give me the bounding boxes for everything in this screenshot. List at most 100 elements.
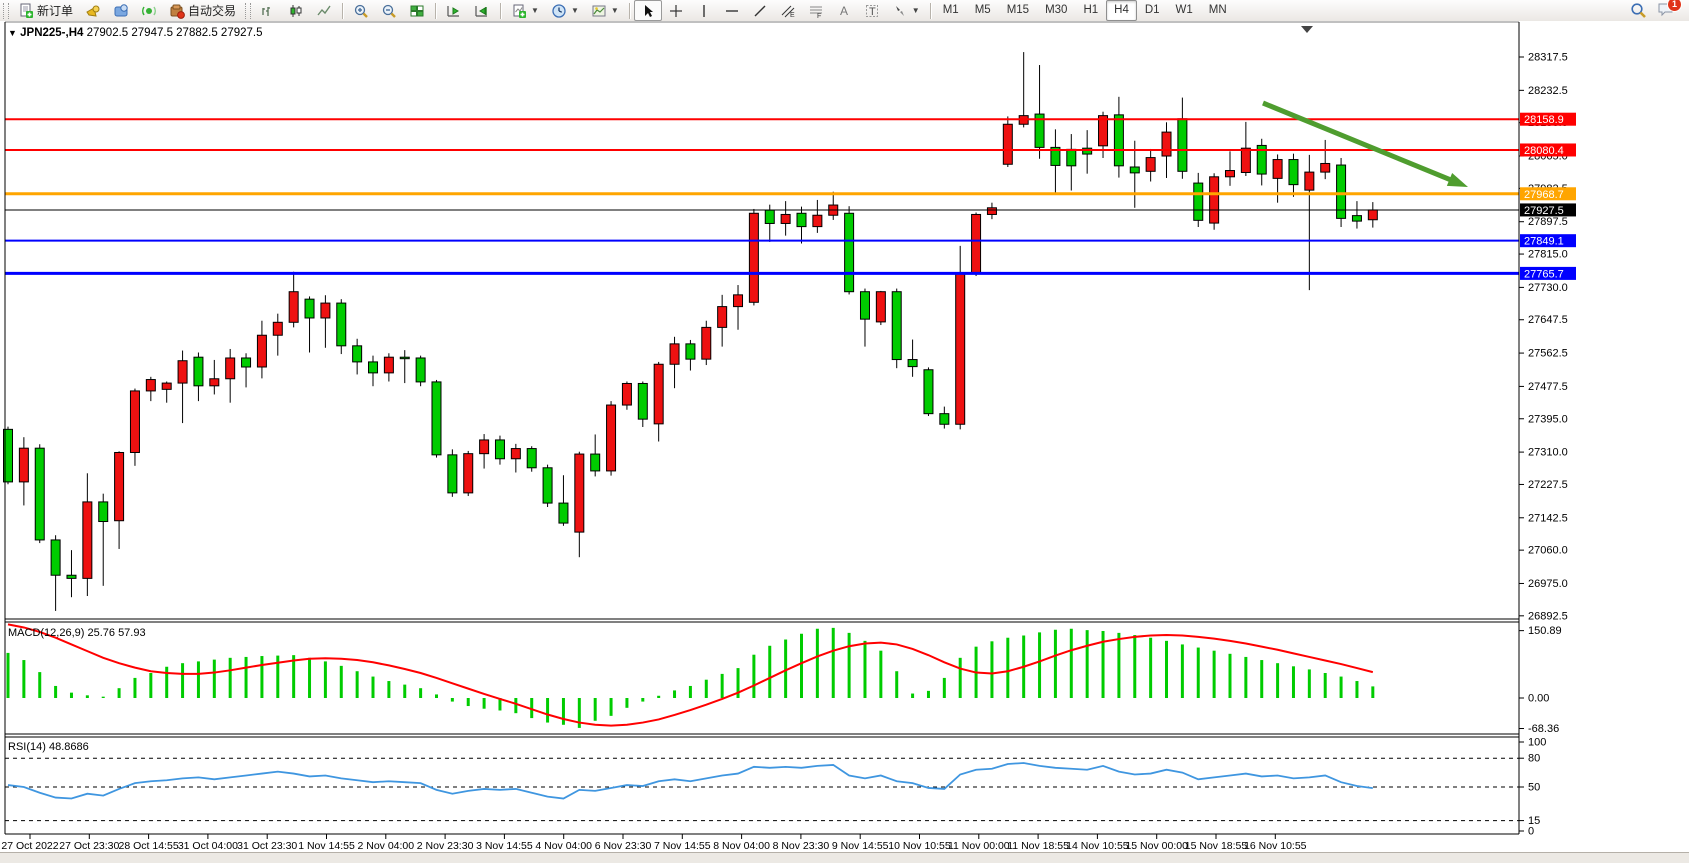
autotrading-icon (169, 3, 185, 19)
bar-chart-button[interactable] (254, 0, 282, 21)
rsi-pane[interactable] (5, 737, 1519, 833)
candle (734, 295, 743, 307)
text-label-icon: T (864, 3, 880, 19)
templates-button[interactable]: ▼ (585, 0, 625, 21)
zoom-out-icon (381, 3, 397, 19)
price-level-badge-text: 28080.4 (1524, 145, 1564, 157)
price-level-badge-text: 27968.7 (1524, 189, 1564, 201)
time-axis-label: 11 Nov 00:00 (948, 840, 1010, 852)
timeframe-m15[interactable]: M15 (999, 0, 1037, 21)
candle (797, 213, 806, 226)
horizontal-line-tool-button[interactable] (718, 0, 746, 21)
cursor-icon (640, 3, 656, 19)
time-axis-label: 31 Oct 23:30 (237, 840, 297, 852)
timeframe-w1[interactable]: W1 (1168, 0, 1201, 21)
price-chart-canvas[interactable]: 28317.528232.528150.028065.027982.527897… (0, 21, 1689, 852)
candle (924, 370, 933, 414)
candle (178, 361, 187, 383)
main-chart-pane[interactable] (5, 22, 1519, 619)
candle (289, 292, 298, 323)
price-axis-label: 27477.5 (1528, 381, 1568, 393)
price-axis-label: 26975.0 (1528, 578, 1568, 590)
toolbar-separator (435, 3, 436, 19)
candle (400, 357, 409, 359)
macd-pane[interactable] (5, 623, 1519, 734)
chart-menu-caret[interactable]: ▼ (8, 28, 17, 38)
chart-symbol: JPN225-,H4 (20, 27, 83, 39)
text-tool-button[interactable]: A (830, 0, 858, 21)
periods-button[interactable]: ▼ (545, 0, 585, 21)
zoom-in-icon (353, 3, 369, 19)
timeframe-mn[interactable]: MN (1201, 0, 1235, 21)
candle (670, 344, 679, 364)
candle (384, 357, 393, 373)
autotrading-button[interactable]: 自动交易 (163, 0, 242, 21)
trendline-icon (752, 3, 768, 19)
new-chart-button[interactable]: ▼ (505, 0, 545, 21)
price-level-badge-text: 27927.5 (1524, 205, 1564, 217)
line-chart-button[interactable] (310, 0, 338, 21)
time-axis-label: 4 Nov 04:00 (535, 840, 592, 852)
status-strip (0, 852, 1689, 863)
candle (448, 455, 457, 493)
candle (1225, 171, 1234, 177)
time-axis-label: 31 Oct 04:00 (178, 840, 238, 852)
candle (702, 327, 711, 359)
price-axis-label: 28317.5 (1528, 52, 1568, 64)
tile-windows-button[interactable] (403, 0, 431, 21)
line-chart-icon (316, 3, 332, 19)
candle (845, 213, 854, 291)
equidistant-channel-icon: E (780, 3, 796, 19)
toolbox-button[interactable] (107, 0, 135, 21)
price-axis-label: 27897.5 (1528, 216, 1568, 228)
price-axis-label: 27142.5 (1528, 512, 1568, 524)
candle (99, 502, 108, 522)
new-order-button[interactable]: 新订单 (12, 0, 79, 21)
chart-shift-button[interactable] (468, 0, 496, 21)
timeframe-d1[interactable]: D1 (1137, 0, 1168, 21)
candle (416, 358, 425, 382)
candle (654, 364, 663, 424)
time-axis-label: 15 Nov 18:55 (1185, 840, 1248, 852)
auto-scroll-button[interactable] (440, 0, 468, 21)
macd-label: MACD(12,26,9) 25.76 57.93 (8, 627, 146, 639)
time-axis-label: 8 Nov 23:30 (773, 840, 830, 852)
rsi-label: RSI(14) 48.8686 (8, 741, 89, 753)
label-tool-button[interactable]: T (858, 0, 886, 21)
price-axis-label: 27227.5 (1528, 479, 1568, 491)
arrow-objects-icon (892, 3, 908, 19)
notifications-button[interactable]: 1 (1657, 1, 1675, 20)
rsi-axis-label: 50 (1528, 782, 1540, 794)
candlestick-button[interactable] (282, 0, 310, 21)
candle (813, 215, 822, 226)
search-icon[interactable] (1630, 2, 1647, 19)
vertical-line-tool-button[interactable] (690, 0, 718, 21)
dropdown-caret: ▼ (611, 6, 619, 15)
candle (1162, 132, 1171, 156)
zoom-out-button[interactable] (375, 0, 403, 21)
zoom-in-button[interactable] (347, 0, 375, 21)
megaphone-icon (85, 3, 101, 19)
price-axis-label: 27310.0 (1528, 447, 1568, 459)
timeframe-m5[interactable]: M5 (967, 0, 999, 21)
dropdown-caret: ▼ (531, 6, 539, 15)
timeframe-m30[interactable]: M30 (1037, 0, 1075, 21)
timeframe-h4[interactable]: H4 (1106, 0, 1137, 21)
candle (353, 346, 362, 362)
candle (749, 213, 758, 302)
cursor-tool-button[interactable] (634, 0, 662, 21)
channel-tool-button[interactable]: E (774, 0, 802, 21)
signals-button[interactable] (135, 0, 163, 21)
arrows-tool-button[interactable]: ▼ (886, 0, 926, 21)
timeframe-h1[interactable]: H1 (1075, 0, 1106, 21)
candle (1321, 163, 1330, 172)
fibonacci-tool-button[interactable]: F (802, 0, 830, 21)
candle (956, 273, 965, 424)
timeframe-m1[interactable]: M1 (935, 0, 967, 21)
candle (559, 503, 568, 523)
candle (718, 307, 727, 328)
svg-text:A: A (840, 4, 848, 18)
crosshair-tool-button[interactable] (662, 0, 690, 21)
market-watch-button[interactable] (79, 0, 107, 21)
trendline-tool-button[interactable] (746, 0, 774, 21)
